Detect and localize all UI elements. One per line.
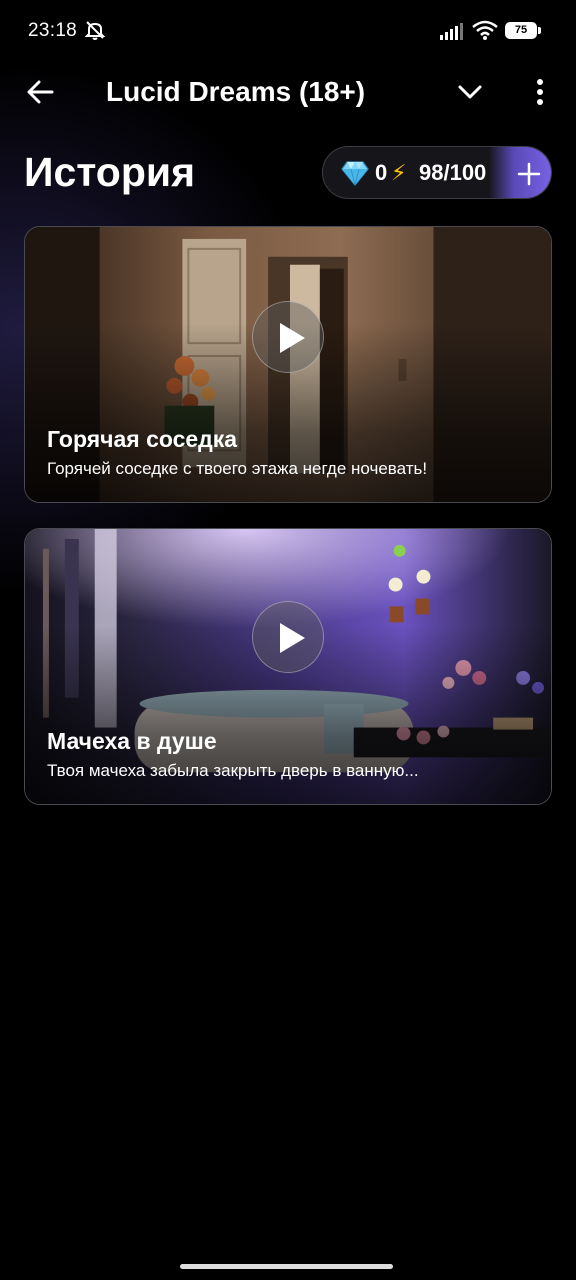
back-arrow-icon xyxy=(27,80,54,104)
mute-icon xyxy=(84,21,106,40)
chevron-down-icon xyxy=(458,85,482,99)
story-card[interactable]: Мачеха в душе Твоя мачеха забыла закрыть… xyxy=(24,528,552,805)
play-button[interactable] xyxy=(252,601,324,673)
plus-icon xyxy=(517,162,541,186)
battery-icon: 75 xyxy=(505,22,541,39)
play-button[interactable] xyxy=(252,301,324,373)
play-icon xyxy=(280,623,305,653)
energy-count: 98/100 xyxy=(419,160,487,185)
story-title: Мачеха в душе xyxy=(47,728,217,754)
story-description: Твоя мачеха забыла закрыть дверь в ванну… xyxy=(47,761,419,780)
story-description: Горячей соседке с твоего этажа негде ноч… xyxy=(47,459,428,478)
back-button[interactable] xyxy=(22,74,58,110)
balance-pill: 0 ⚡ 98/100 xyxy=(322,146,552,199)
lightning-icon: ⚡ xyxy=(391,160,407,185)
wifi-icon xyxy=(472,20,498,40)
battery-level: 75 xyxy=(514,24,528,36)
play-icon xyxy=(280,323,305,353)
more-vertical-icon xyxy=(537,79,543,105)
status-time: 23:18 xyxy=(28,20,78,41)
status-bar: 23:18 75 xyxy=(0,0,576,62)
gem-count: 0 xyxy=(375,160,388,185)
story-card[interactable]: Горячая соседка Горячей соседке с твоего… xyxy=(24,226,552,503)
app-title: Lucid Dreams (18+) xyxy=(106,76,366,107)
gem-icon xyxy=(341,161,369,186)
story-title: Горячая соседка xyxy=(47,426,238,452)
app-bar: Lucid Dreams (18+) xyxy=(0,62,576,122)
dropdown-button[interactable] xyxy=(452,74,488,110)
home-indicator[interactable] xyxy=(180,1264,393,1269)
add-currency-button[interactable] xyxy=(489,147,551,198)
more-options-button[interactable] xyxy=(524,74,556,110)
section-title: История xyxy=(24,149,196,195)
signal-icon xyxy=(440,23,463,40)
